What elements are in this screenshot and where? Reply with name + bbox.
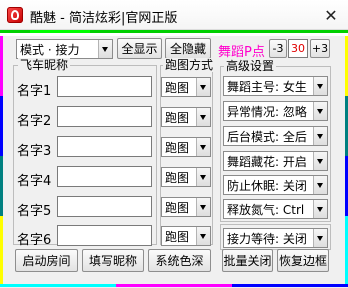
advanced-group-title: 高级设置 xyxy=(224,59,277,73)
racer-name-input-5[interactable] xyxy=(57,196,152,217)
run-mode-value-5: 跑图 xyxy=(165,200,190,215)
decrease-button[interactable]: -3 xyxy=(269,39,287,58)
run-mode-select-6[interactable]: 跑图 xyxy=(161,226,211,246)
run-mode-value-2: 跑图 xyxy=(165,110,190,125)
run-mode-group-title: 跑图方式 xyxy=(163,58,216,72)
racer-group-title: 飞车昵称 xyxy=(18,58,71,72)
chevron-down-icon xyxy=(313,200,327,218)
chevron-down-icon xyxy=(196,78,210,96)
relay-wait-select[interactable]: 接力等待: 关闭 xyxy=(223,228,328,248)
racer-name-label-4: 名字4 xyxy=(17,174,52,189)
show-all-button[interactable]: 全显示 xyxy=(117,38,162,59)
close-icon[interactable]: ✕ xyxy=(314,0,348,30)
racer-name-input-4[interactable] xyxy=(57,166,152,187)
chevron-down-icon xyxy=(313,152,327,170)
chevron-down-icon xyxy=(313,102,327,120)
setting-value-5: 防止休眠: 关闭 xyxy=(227,178,307,193)
setting-value-4: 舞蹈藏花: 开启 xyxy=(227,154,307,169)
chevron-down-icon xyxy=(196,227,210,245)
chevron-down-icon xyxy=(313,176,327,194)
start-room-button[interactable]: 启动房间 xyxy=(15,249,78,272)
setting-nitro-key-select[interactable]: 释放氮气: Ctrl xyxy=(223,199,328,219)
bottom-stripe-cyan xyxy=(0,284,116,287)
chevron-down-icon xyxy=(196,138,210,156)
hide-all-button[interactable]: 全隐藏 xyxy=(165,38,211,59)
run-mode-select-3[interactable]: 跑图 xyxy=(161,137,211,157)
setting-value-3: 后台模式: 全后 xyxy=(227,129,307,144)
chevron-down-icon xyxy=(313,77,327,95)
p-counter-value[interactable]: 30 xyxy=(288,39,308,58)
mode-select[interactable]: 模式 · 接力 xyxy=(16,39,113,59)
setting-anti-sleep-select[interactable]: 防止休眠: 关闭 xyxy=(223,175,328,195)
run-mode-value-3: 跑图 xyxy=(165,140,190,155)
bottom-stripe-blue xyxy=(232,284,348,287)
chevron-down-icon xyxy=(196,108,210,126)
racer-name-label-3: 名字3 xyxy=(17,144,52,159)
run-mode-select-2[interactable]: 跑图 xyxy=(161,107,211,127)
racer-name-label-2: 名字2 xyxy=(17,114,52,129)
racer-name-input-2[interactable] xyxy=(57,106,152,127)
setting-dance-main-select[interactable]: 舞蹈主号: 女生 xyxy=(223,76,328,96)
relay-wait-value: 接力等待: 关闭 xyxy=(227,231,307,246)
racer-name-label-1: 名字1 xyxy=(17,84,52,99)
chevron-down-icon xyxy=(196,168,210,186)
setting-hide-flower-select[interactable]: 舞蹈藏花: 开启 xyxy=(223,151,328,171)
racer-name-label-5: 名字5 xyxy=(17,204,52,219)
window-title: 酷魅 - 简洁炫彩|官网正版 xyxy=(30,11,178,26)
setting-value-1: 舞蹈主号: 女生 xyxy=(227,79,307,94)
bottom-stripe-magenta xyxy=(116,284,232,287)
run-mode-value-6: 跑图 xyxy=(165,229,190,244)
fill-nickname-button[interactable]: 填写昵称 xyxy=(82,249,144,272)
run-mode-value-4: 跑图 xyxy=(165,170,190,185)
app-logo-icon xyxy=(7,7,23,23)
racer-name-input-3[interactable] xyxy=(57,136,152,157)
system-color-depth-button[interactable]: 系统色深 xyxy=(148,249,211,272)
restore-border-button[interactable]: 恢复边框 xyxy=(277,249,329,272)
chevron-down-icon xyxy=(196,198,210,216)
increase-button[interactable]: +3 xyxy=(310,39,330,58)
run-mode-value-1: 跑图 xyxy=(165,80,190,95)
racer-name-input-6[interactable] xyxy=(57,225,152,246)
left-stripe-yellow xyxy=(0,216,3,284)
chevron-down-icon xyxy=(313,229,327,247)
run-mode-select-1[interactable]: 跑图 xyxy=(161,77,211,97)
top-stripe-accent xyxy=(30,30,90,33)
left-stripe-magenta xyxy=(0,36,3,96)
batch-close-button[interactable]: 批量关闭 xyxy=(222,249,273,272)
title-bar: 酷魅 - 简洁炫彩|官网正版 ✕ xyxy=(0,0,348,30)
setting-value-6: 释放氮气: Ctrl xyxy=(227,202,305,217)
run-mode-select-4[interactable]: 跑图 xyxy=(161,167,211,187)
left-stripe-blue xyxy=(0,96,3,156)
run-mode-select-5[interactable]: 跑图 xyxy=(161,197,211,217)
top-stripe-white xyxy=(0,33,348,36)
dance-p-label: 舞蹈P点 xyxy=(218,45,265,60)
setting-exception-select[interactable]: 异常情况: 忽略 xyxy=(223,101,328,121)
setting-value-2: 异常情况: 忽略 xyxy=(227,104,307,119)
racer-name-input-1[interactable] xyxy=(57,76,152,97)
chevron-down-icon xyxy=(98,40,112,58)
setting-background-select[interactable]: 后台模式: 全后 xyxy=(223,126,328,146)
chevron-down-icon xyxy=(313,127,327,145)
racer-name-label-6: 名字6 xyxy=(17,233,52,248)
left-stripe-teal xyxy=(0,156,3,216)
mode-select-value: 模式 · 接力 xyxy=(20,42,80,57)
